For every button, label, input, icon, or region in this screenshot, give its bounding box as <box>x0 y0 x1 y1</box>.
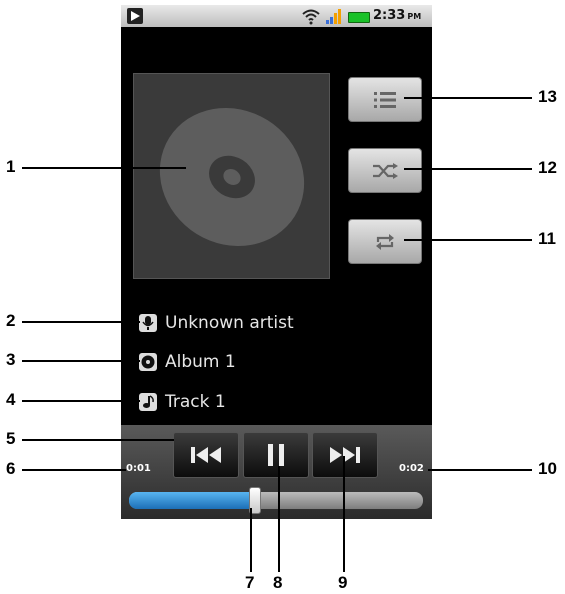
callout-10: 10 <box>538 459 557 478</box>
callout-3: 3 <box>6 350 16 369</box>
callout-line-5 <box>22 439 174 441</box>
callout-13: 13 <box>538 87 557 106</box>
list-icon <box>374 91 396 108</box>
callout-1: 1 <box>6 157 16 176</box>
callout-line-6 <box>22 469 126 471</box>
callout-4: 4 <box>6 390 16 409</box>
battery-icon <box>348 12 370 23</box>
status-clock: 2:33 PM <box>373 8 422 23</box>
progress-fill <box>129 492 255 509</box>
callout-line-7 <box>250 508 252 572</box>
callout-line-2 <box>22 321 140 323</box>
repeat-button[interactable] <box>348 219 422 264</box>
previous-button[interactable] <box>173 432 239 478</box>
elapsed-time: 0:01 <box>126 463 151 474</box>
status-bar: 2:33 PM <box>121 5 432 27</box>
previous-icon <box>191 447 221 463</box>
callout-line-13 <box>404 97 532 99</box>
callout-12: 12 <box>538 158 557 177</box>
disc-icon <box>159 107 305 247</box>
microphone-icon <box>139 314 157 332</box>
callout-11: 11 <box>538 229 556 248</box>
callout-2: 2 <box>6 311 16 330</box>
callout-line-10 <box>428 469 532 471</box>
callout-line-11 <box>404 239 532 241</box>
callout-9: 9 <box>338 573 348 592</box>
artist-name: Unknown artist <box>165 313 294 333</box>
phone-screen: 2:33 PM Unknown artist Album 1 Track 1 0… <box>121 5 432 519</box>
callout-7: 7 <box>245 573 255 592</box>
callout-line-8 <box>278 466 280 572</box>
callout-line-4 <box>22 400 140 402</box>
pause-icon <box>268 444 284 466</box>
next-icon <box>330 447 360 463</box>
repeat-icon <box>376 233 394 250</box>
wifi-icon <box>302 9 320 25</box>
music-note-icon <box>139 393 157 411</box>
pause-button[interactable] <box>243 432 309 478</box>
callout-line-3 <box>22 360 140 362</box>
progress-bar[interactable] <box>129 492 423 509</box>
callout-line-1 <box>22 167 186 169</box>
signal-icon <box>326 9 341 24</box>
album-name: Album 1 <box>165 352 236 372</box>
total-time: 0:02 <box>399 463 424 474</box>
shuffle-icon <box>373 162 398 179</box>
callout-line-12 <box>404 168 532 170</box>
callout-line-9 <box>343 456 345 572</box>
callout-8: 8 <box>273 573 283 592</box>
play-icon <box>127 8 143 24</box>
callout-5: 5 <box>6 429 16 448</box>
shuffle-button[interactable] <box>348 148 422 193</box>
album-art <box>133 73 330 279</box>
playlist-button[interactable] <box>348 77 422 122</box>
disc-icon <box>139 353 157 371</box>
callout-6: 6 <box>6 459 16 478</box>
track-name: Track 1 <box>165 392 226 412</box>
next-button[interactable] <box>312 432 378 478</box>
